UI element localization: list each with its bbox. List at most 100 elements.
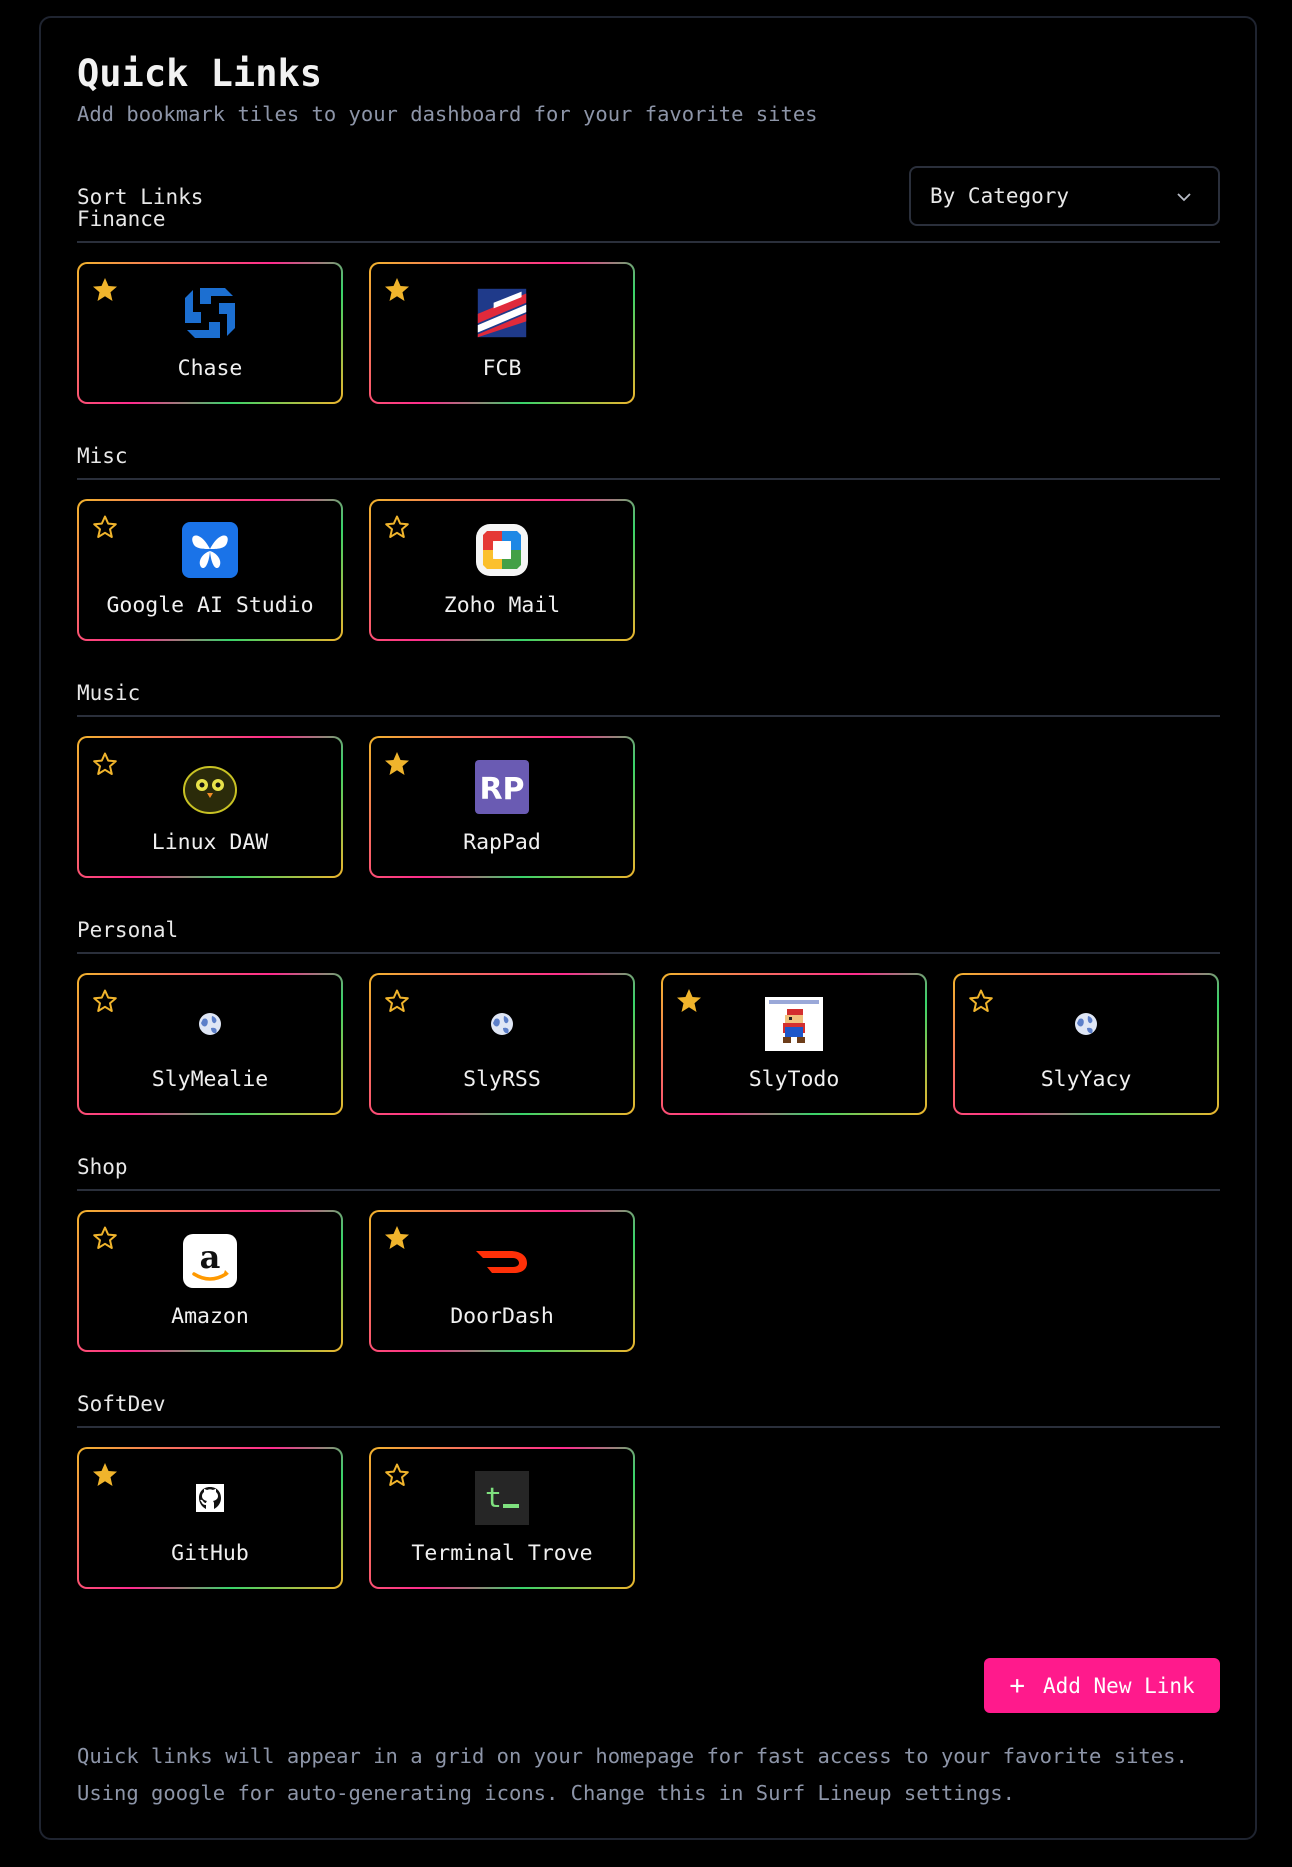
star-filled-icon[interactable] xyxy=(675,987,703,1015)
add-new-link-label: Add New Link xyxy=(1042,1673,1195,1698)
category-divider xyxy=(77,241,1220,243)
star-outline-icon[interactable] xyxy=(91,1224,119,1252)
link-tile[interactable]: GitHub xyxy=(77,1447,343,1589)
link-tile[interactable]: Linux DAW xyxy=(77,736,343,878)
doordash-logo-icon xyxy=(473,1232,531,1290)
star-outline-icon[interactable] xyxy=(91,987,119,1015)
category-section-misc: Misc Google AI Studio Zoho Mail xyxy=(77,442,1220,641)
star-filled-icon[interactable] xyxy=(383,1224,411,1252)
link-tile-label: Amazon xyxy=(171,1304,249,1329)
star-outline-icon[interactable] xyxy=(91,750,119,778)
link-tile-label: Google AI Studio xyxy=(106,593,314,618)
category-section-finance: Finance Chase FCB xyxy=(77,205,1220,404)
star-outline-icon[interactable] xyxy=(383,987,411,1015)
link-tile-label: DoorDash xyxy=(450,1304,554,1329)
link-tile-grid: a Amazon DoorDash xyxy=(77,1210,1220,1352)
link-tile-body: Google AI Studio xyxy=(79,501,341,639)
link-tile-body: Chase xyxy=(79,264,341,402)
svg-text:RP: RP xyxy=(479,772,524,807)
svg-text:a: a xyxy=(200,1238,221,1276)
mario-sprite-icon xyxy=(765,995,823,1053)
link-tile-grid: GitHub t Terminal Trove xyxy=(77,1447,1220,1589)
category-section-shop: Shop a Amazon DoorDash xyxy=(77,1153,1220,1352)
link-tile-label: Terminal Trove xyxy=(411,1541,593,1566)
add-new-link-button[interactable]: + Add New Link xyxy=(984,1658,1220,1713)
plus-icon: + xyxy=(1009,1670,1025,1701)
link-tile[interactable]: SlyRSS xyxy=(369,973,635,1115)
link-tile-label: SlyTodo xyxy=(748,1067,840,1092)
link-tile-body: t Terminal Trove xyxy=(371,1449,633,1587)
star-outline-icon[interactable] xyxy=(91,513,119,541)
svg-text:t: t xyxy=(485,1481,502,1514)
category-divider xyxy=(77,1189,1220,1191)
link-tile[interactable]: t Terminal Trove xyxy=(369,1447,635,1589)
category-section-music: Music Linux DAW RP RapPad xyxy=(77,679,1220,878)
link-tile[interactable]: SlyTodo xyxy=(661,973,927,1115)
footer-line-2: Using google for auto-generating icons. … xyxy=(77,1781,1015,1805)
link-tile-label: SlyYacy xyxy=(1040,1067,1132,1092)
link-tile-body: a Amazon xyxy=(79,1212,341,1350)
zoho-mail-icon xyxy=(473,521,531,579)
link-tile-label: Chase xyxy=(177,356,243,381)
category-heading: Finance xyxy=(77,207,166,231)
link-tile-grid: Google AI Studio Zoho Mail xyxy=(77,499,1220,641)
link-tile-body: SlyTodo xyxy=(663,975,925,1113)
link-tile-label: SlyRSS xyxy=(463,1067,541,1092)
category-heading: SoftDev xyxy=(77,1392,166,1416)
star-outline-icon[interactable] xyxy=(383,1461,411,1489)
star-outline-icon[interactable] xyxy=(383,513,411,541)
link-tile-body: SlyYacy xyxy=(955,975,1217,1113)
globe-icon xyxy=(181,995,239,1053)
category-section-personal: Personal SlyMealie SlyRSS SlyTodo SlyYac… xyxy=(77,916,1220,1115)
star-filled-icon[interactable] xyxy=(91,276,119,304)
google-ai-studio-butterfly-icon xyxy=(181,521,239,579)
link-tile-body: Linux DAW xyxy=(79,738,341,876)
link-tile[interactable]: FCB xyxy=(369,262,635,404)
category-divider xyxy=(77,478,1220,480)
page-title: Quick Links xyxy=(77,52,323,95)
star-filled-icon[interactable] xyxy=(91,1461,119,1489)
page-subtitle: Add bookmark tiles to your dashboard for… xyxy=(77,102,818,126)
link-tile-body: DoorDash xyxy=(371,1212,633,1350)
category-divider xyxy=(77,1426,1220,1428)
link-tile[interactable]: DoorDash xyxy=(369,1210,635,1352)
star-filled-icon[interactable] xyxy=(383,750,411,778)
link-tile-body: GitHub xyxy=(79,1449,341,1587)
link-tile-grid: SlyMealie SlyRSS SlyTodo SlyYacy xyxy=(77,973,1220,1115)
link-tile-body: Zoho Mail xyxy=(371,501,633,639)
star-outline-icon[interactable] xyxy=(967,987,995,1015)
category-heading: Misc xyxy=(77,444,128,468)
category-heading: Personal xyxy=(77,918,179,942)
fcb-flag-logo-icon xyxy=(473,284,531,342)
category-divider xyxy=(77,952,1220,954)
footer-line-1: Quick links will appear in a grid on you… xyxy=(77,1744,1188,1768)
github-logo-icon xyxy=(181,1469,239,1527)
link-tile[interactable]: SlyMealie xyxy=(77,973,343,1115)
link-tile[interactable]: a Amazon xyxy=(77,1210,343,1352)
globe-icon xyxy=(473,995,531,1053)
link-tile-body: SlyMealie xyxy=(79,975,341,1113)
link-tile-label: RapPad xyxy=(463,830,541,855)
footer-note: Quick links will appear in a grid on you… xyxy=(77,1738,1188,1812)
link-tile-body: SlyRSS xyxy=(371,975,633,1113)
category-heading: Music xyxy=(77,681,141,705)
star-filled-icon[interactable] xyxy=(383,276,411,304)
globe-icon xyxy=(1057,995,1115,1053)
link-tile-grid: Linux DAW RP RapPad xyxy=(77,736,1220,878)
amazon-logo-icon: a xyxy=(181,1232,239,1290)
category-divider xyxy=(77,715,1220,717)
chase-logo-icon xyxy=(181,284,239,342)
link-tile[interactable]: Chase xyxy=(77,262,343,404)
link-tile-grid: Chase FCB xyxy=(77,262,1220,404)
category-heading: Shop xyxy=(77,1155,128,1179)
link-tile[interactable]: Google AI Studio xyxy=(77,499,343,641)
link-tile-body: RP RapPad xyxy=(371,738,633,876)
terminal-prompt-icon: t xyxy=(473,1469,531,1527)
category-section-softdev: SoftDev GitHub t Terminal Trove xyxy=(77,1390,1220,1589)
link-tile[interactable]: RP RapPad xyxy=(369,736,635,878)
link-tile[interactable]: SlyYacy xyxy=(953,973,1219,1115)
quick-links-panel: Quick Links Add bookmark tiles to your d… xyxy=(39,16,1257,1840)
chevron-down-icon xyxy=(1177,193,1191,202)
link-tile-label: Zoho Mail xyxy=(443,593,561,618)
link-tile[interactable]: Zoho Mail xyxy=(369,499,635,641)
